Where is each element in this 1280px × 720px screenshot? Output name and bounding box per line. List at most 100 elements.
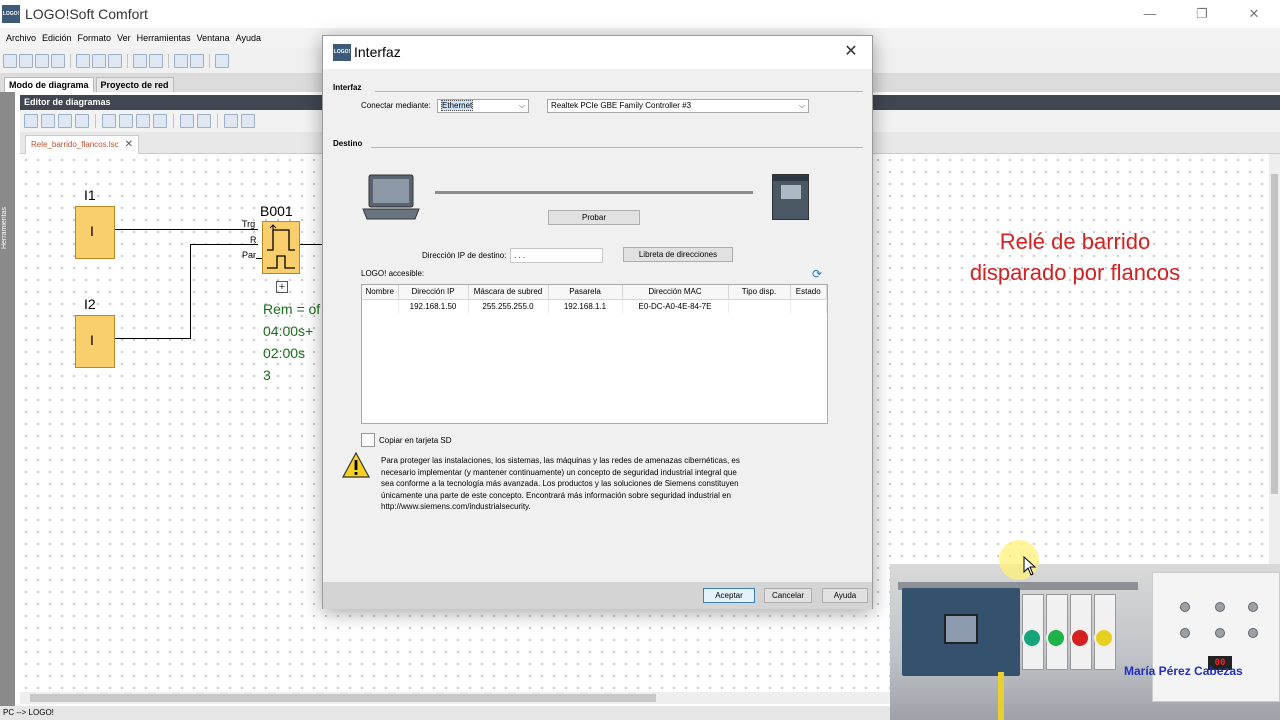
- param-pulse-count: 3: [263, 367, 271, 383]
- cut-icon[interactable]: [76, 53, 90, 68]
- block-b001[interactable]: [262, 221, 300, 274]
- expand-block-button[interactable]: +: [276, 281, 288, 293]
- chevron-down-icon: ⌵: [518, 101, 525, 110]
- switch-knob: [1180, 602, 1190, 612]
- tab-diagram-mode[interactable]: Modo de diagrama: [4, 77, 94, 92]
- menu-ayuda[interactable]: Ayuda: [233, 33, 264, 43]
- dialog-close-button[interactable]: ✕: [840, 41, 862, 63]
- horizontal-scroll-thumb[interactable]: [30, 694, 656, 702]
- section-divider: [371, 147, 863, 148]
- toolbar-separator: [209, 53, 210, 68]
- tab-network-project[interactable]: Proyecto de red: [95, 77, 174, 92]
- dialog-title-bar: LOGO! Interfaz ✕: [323, 36, 872, 69]
- app-window: LOGO! LOGO!Soft Comfort — ❐ ✕ Archivo Ed…: [0, 0, 1280, 720]
- refresh-icon[interactable]: ⟳: [812, 268, 824, 280]
- wire-i2-reset: [190, 244, 258, 245]
- connect-via-select[interactable]: Ethernet ⌵: [437, 99, 529, 113]
- align-center-icon[interactable]: [119, 114, 133, 128]
- menu-herramientas[interactable]: Herramientas: [134, 33, 194, 43]
- input-i2-block[interactable]: I: [75, 315, 115, 368]
- dialog-title: Interfaz: [354, 44, 401, 60]
- redo-icon[interactable]: [149, 53, 163, 68]
- col-header-device-type[interactable]: Tipo disp.: [728, 285, 791, 300]
- col-header-status[interactable]: Estado: [790, 285, 827, 300]
- tools-sidebar[interactable]: Herramientas: [0, 92, 15, 712]
- rotate-left-icon[interactable]: [180, 114, 194, 128]
- copy-sd-checkbox[interactable]: [361, 433, 375, 447]
- title-bar: LOGO! LOGO!Soft Comfort — ❐ ✕: [0, 0, 1280, 28]
- print-icon[interactable]: [51, 53, 65, 68]
- test-button[interactable]: Probar: [548, 210, 640, 225]
- param-time-high: 04:00s+: [263, 323, 314, 339]
- align-left-icon[interactable]: [102, 114, 116, 128]
- mouse-pointer-icon: [1023, 556, 1037, 576]
- wire-i2-horizontal: [115, 338, 191, 339]
- table-row[interactable]: 192.168.1.50 255.255.255.0 192.168.1.1 E…: [362, 299, 827, 313]
- logo-device-top: [773, 175, 808, 181]
- chevron-down-icon: ⌵: [798, 101, 805, 110]
- col-header-name[interactable]: Nombre: [362, 285, 399, 300]
- dialog-logo-icon: LOGO!: [333, 44, 351, 61]
- green-pilot-lamp: [1022, 628, 1042, 648]
- toolbar-separator: [168, 53, 169, 68]
- select-pointer-icon[interactable]: [24, 114, 38, 128]
- section-divider: [375, 91, 863, 92]
- paste-icon[interactable]: [108, 53, 122, 68]
- toolbar-separator: [127, 53, 128, 68]
- tools-sidebar-label: Herramientas: [1, 207, 8, 250]
- vertical-scroll-thumb[interactable]: [1271, 174, 1278, 494]
- accept-button[interactable]: Aceptar: [703, 588, 755, 603]
- input-i2-symbol: I: [90, 332, 94, 348]
- col-header-gateway[interactable]: Pasarela: [548, 285, 623, 300]
- network-adapter-select[interactable]: Realtek PCIe GBE Family Controller #3 ⌵: [547, 99, 809, 113]
- presenter-name: María Pérez Cabezas: [1124, 664, 1243, 678]
- col-header-ip[interactable]: Dirección IP: [398, 285, 469, 300]
- toolbar-separator: [217, 114, 218, 128]
- input-i1-label: I1: [84, 187, 96, 203]
- constants-icon[interactable]: [58, 114, 72, 128]
- connect-via-value: Ethernet: [441, 100, 474, 111]
- copy-icon[interactable]: [92, 53, 106, 68]
- gf-block-icon[interactable]: [241, 114, 255, 128]
- close-tab-icon[interactable]: ✕: [125, 136, 133, 154]
- menu-edicion[interactable]: Edición: [39, 33, 75, 43]
- connect-icon[interactable]: [41, 114, 55, 128]
- pin-trg-label: Trg: [242, 219, 256, 229]
- transfer-logo-to-pc-icon[interactable]: [190, 53, 204, 68]
- help-button[interactable]: Ayuda: [822, 588, 868, 603]
- undo-icon[interactable]: [133, 53, 147, 68]
- input-i1-symbol: I: [90, 223, 94, 239]
- align-top-icon[interactable]: [136, 114, 150, 128]
- input-i1-block[interactable]: I: [75, 206, 115, 259]
- col-header-subnet[interactable]: Máscara de subred: [468, 285, 549, 300]
- menu-ventana[interactable]: Ventana: [194, 33, 233, 43]
- new-file-icon[interactable]: [3, 53, 17, 68]
- address-book-button[interactable]: Libreta de direcciones: [623, 247, 733, 262]
- minimize-button[interactable]: —: [1124, 0, 1176, 28]
- cell-mac: E0-DC-A0-4E-84-7E: [622, 299, 729, 313]
- overlay-annotation: Relé de barrido disparado por flancos: [930, 226, 1220, 288]
- co-block-icon[interactable]: [224, 114, 238, 128]
- table-header-row: Nombre Dirección IP Máscara de subred Pa…: [362, 285, 827, 300]
- annotation-line-2: disparado por flancos: [969, 260, 1181, 285]
- pin-par-label: Par: [242, 250, 257, 260]
- help-pointer-icon[interactable]: [215, 53, 229, 68]
- accessible-devices-table[interactable]: Nombre Dirección IP Máscara de subred Pa…: [361, 284, 828, 424]
- save-icon[interactable]: [35, 53, 49, 68]
- horizontal-scrollbar[interactable]: [20, 692, 890, 704]
- text-icon[interactable]: [75, 114, 89, 128]
- transfer-pc-to-logo-icon[interactable]: [174, 53, 188, 68]
- dest-ip-input[interactable]: . . .: [510, 248, 603, 263]
- open-folder-icon[interactable]: [19, 53, 33, 68]
- align-middle-icon[interactable]: [153, 114, 167, 128]
- restore-button[interactable]: ❐: [1176, 0, 1228, 28]
- menu-ver[interactable]: Ver: [114, 33, 134, 43]
- rotate-right-icon[interactable]: [197, 114, 211, 128]
- toolbar-separator: [95, 114, 96, 128]
- close-window-button[interactable]: ✕: [1228, 0, 1280, 28]
- menu-formato[interactable]: Formato: [75, 33, 115, 43]
- menu-archivo[interactable]: Archivo: [3, 33, 39, 43]
- col-header-mac[interactable]: Dirección MAC: [622, 285, 729, 300]
- document-tab[interactable]: Rele_barrido_flancos.lsc ✕: [25, 135, 139, 154]
- cancel-button[interactable]: Cancelar: [764, 588, 812, 603]
